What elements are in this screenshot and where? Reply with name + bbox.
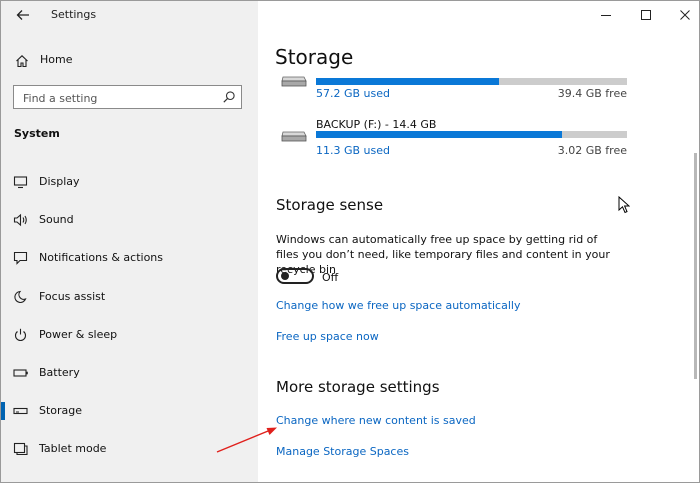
free-up-space-link[interactable]: Free up space now bbox=[276, 330, 379, 343]
sidebar-item-label: Storage bbox=[39, 404, 83, 417]
sidebar-item-power-sleep[interactable]: Power & sleep bbox=[1, 320, 258, 350]
drive-icon bbox=[281, 76, 307, 87]
maximize-icon[interactable] bbox=[638, 7, 654, 23]
sidebar-item-label: Notifications & actions bbox=[39, 251, 164, 264]
manage-storage-spaces-link[interactable]: Manage Storage Spaces bbox=[276, 445, 409, 458]
drive-usage-fill bbox=[316, 131, 562, 138]
drive-usage-bar bbox=[316, 78, 627, 85]
scrollbar-thumb[interactable] bbox=[694, 153, 697, 379]
sidebar-item-notifications[interactable]: Notifications & actions bbox=[1, 243, 258, 273]
power-icon bbox=[15, 328, 26, 342]
change-free-up-link[interactable]: Change how we free up space automaticall… bbox=[276, 299, 520, 312]
drive-used-text: 11.3 GB used bbox=[316, 144, 391, 157]
sidebar-item-label: Display bbox=[39, 175, 80, 188]
sidebar-item-display[interactable]: Display bbox=[1, 167, 258, 197]
back-arrow-icon[interactable] bbox=[15, 7, 31, 23]
sidebar-item-label: Sound bbox=[39, 213, 74, 226]
change-new-content-link[interactable]: Change where new content is saved bbox=[276, 414, 476, 427]
sidebar-item-label: Tablet mode bbox=[39, 442, 107, 455]
sidebar-item-tablet-mode[interactable]: Tablet mode bbox=[1, 434, 258, 464]
storage-sense-toggle[interactable] bbox=[276, 268, 314, 284]
cursor-icon bbox=[618, 196, 630, 214]
minimize-icon[interactable] bbox=[598, 7, 614, 23]
toggle-knob bbox=[281, 272, 289, 280]
more-storage-heading: More storage settings bbox=[276, 378, 440, 396]
main-content: Storage 57.2 GB used 39.4 GB free BACKUP… bbox=[258, 1, 699, 482]
app-title: Settings bbox=[51, 8, 97, 21]
drive-usage-bar bbox=[316, 131, 627, 138]
storage-icon bbox=[13, 407, 28, 415]
section-heading-system: System bbox=[14, 127, 60, 140]
sidebar-item-label: Focus assist bbox=[39, 290, 106, 303]
sidebar-item-battery[interactable]: Battery bbox=[1, 358, 258, 388]
nav-home-label: Home bbox=[40, 53, 73, 66]
active-indicator bbox=[1, 402, 5, 420]
drive-usage-fill bbox=[316, 78, 500, 85]
battery-icon bbox=[13, 369, 28, 377]
drive-name: BACKUP (F:) - 14.4 GB bbox=[316, 118, 437, 131]
page-title: Storage bbox=[275, 45, 354, 69]
search-box[interactable] bbox=[13, 85, 242, 110]
search-input[interactable] bbox=[14, 86, 225, 110]
drive-entry[interactable]: BACKUP (F:) - 14.4 GB 11.3 GB used 3.02 … bbox=[278, 118, 630, 160]
close-icon[interactable] bbox=[677, 7, 693, 23]
title-bar: Settings bbox=[1, 1, 258, 29]
speaker-icon bbox=[13, 213, 27, 227]
drive-free-text: 3.02 GB free bbox=[557, 144, 627, 157]
sidebar-item-label: Power & sleep bbox=[39, 328, 118, 341]
sidebar-item-sound[interactable]: Sound bbox=[1, 205, 258, 235]
drive-icon bbox=[281, 131, 307, 142]
notification-icon bbox=[13, 251, 28, 265]
drive-free-text: 39.4 GB free bbox=[557, 87, 627, 100]
storage-sense-heading: Storage sense bbox=[276, 196, 384, 214]
moon-icon bbox=[14, 290, 27, 303]
sidebar-item-storage[interactable]: Storage bbox=[1, 396, 258, 426]
drive-entry[interactable]: 57.2 GB used 39.4 GB free bbox=[278, 71, 630, 101]
toggle-state-label: Off bbox=[322, 271, 339, 284]
nav-home[interactable]: Home bbox=[13, 51, 243, 71]
sidebar-item-focus-assist[interactable]: Focus assist bbox=[1, 282, 258, 312]
sidebar-item-label: Battery bbox=[39, 366, 80, 379]
search-icon[interactable] bbox=[222, 90, 236, 104]
tablet-icon bbox=[13, 442, 28, 456]
settings-window: Settings Home System Display bbox=[0, 0, 700, 483]
drive-used-text: 57.2 GB used bbox=[316, 87, 391, 100]
display-icon bbox=[13, 176, 28, 189]
sidebar: Settings Home System Display bbox=[1, 1, 258, 482]
home-icon bbox=[16, 55, 28, 68]
